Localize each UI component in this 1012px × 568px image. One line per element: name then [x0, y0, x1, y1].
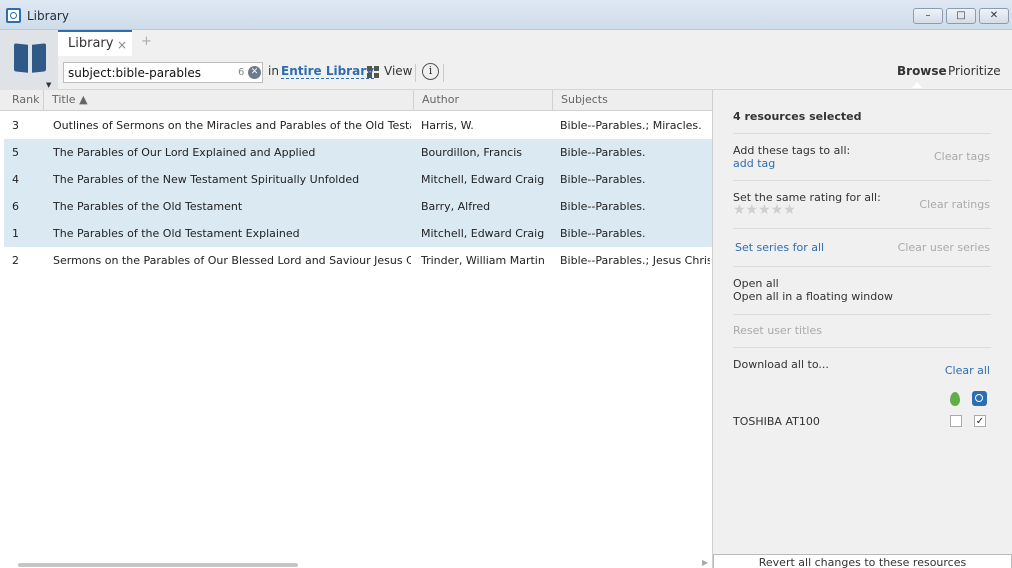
clear-all-link[interactable]: Clear all: [945, 364, 990, 377]
cell-author: Harris, W.: [421, 119, 474, 132]
cell-title: The Parables of the New Testament Spirit…: [53, 173, 360, 186]
tab-browse[interactable]: Browse: [897, 64, 947, 78]
clear-tags-button[interactable]: Clear tags: [934, 150, 990, 163]
column-subjects[interactable]: Subjects: [553, 90, 712, 111]
window-title: Library: [27, 9, 69, 23]
set-series-link[interactable]: Set series for all: [735, 241, 824, 254]
cell-rank: 2: [12, 254, 19, 267]
cell-subjects: Bible--Parables.; Jesus Christ-...: [560, 254, 710, 267]
app-icon: [6, 8, 21, 23]
device-name: TOSHIBA AT100: [733, 415, 820, 428]
column-author[interactable]: Author: [414, 90, 553, 111]
minimize-button[interactable]: –: [913, 8, 943, 24]
divider: [733, 314, 991, 315]
open-all-link[interactable]: Open all: [733, 277, 779, 290]
cell-subjects: Bible--Parables.: [560, 173, 646, 186]
selected-count: 4 resources selected: [733, 110, 862, 123]
table-row[interactable]: 5 The Parables of Our Lord Explained and …: [4, 139, 712, 166]
cell-author: Mitchell, Edward Craig: [421, 173, 545, 186]
tab-library[interactable]: Library ×: [58, 30, 132, 56]
download-label: Download all to...: [733, 358, 829, 371]
active-caret-icon: [912, 82, 922, 88]
cell-title: The Parables of the Old Testament: [53, 200, 243, 213]
cell-title: Sermons on the Parables of Our Blessed L…: [53, 254, 411, 267]
dropdown-arrow-icon: ▼: [46, 81, 52, 89]
search-input[interactable]: subject:bible-parables 6 ✕: [63, 62, 263, 83]
resource-table: Rank Title ▲ Author Subjects 3 Outlines o…: [0, 90, 712, 568]
device-checkbox-logos[interactable]: ✓: [974, 415, 986, 427]
table-row[interactable]: 3 Outlines of Sermons on the Miracles and…: [4, 112, 712, 139]
cell-rank: 3: [12, 119, 19, 132]
cell-author: Barry, Alfred: [421, 200, 491, 213]
header: ▼ Library × + subject:bible-parables 6 ✕…: [0, 30, 1012, 90]
logos-app-icon: [972, 391, 987, 406]
cell-title: Outlines of Sermons on the Miracles and …: [53, 119, 411, 132]
cell-subjects: Bible--Parables.: [560, 200, 646, 213]
table-row[interactable]: 4 The Parables of the New Testament Spiri…: [4, 166, 712, 193]
cell-subjects: Bible--Parables.: [560, 146, 646, 159]
device-checkbox-leaf[interactable]: [950, 415, 962, 427]
divider: [733, 347, 991, 348]
cell-subjects: Bible--Parables.: [560, 227, 646, 240]
info-icon[interactable]: i: [422, 63, 439, 80]
cell-subjects: Bible--Parables.; Miracles.: [560, 119, 702, 132]
scope-prefix: in: [268, 64, 279, 78]
book-icon: [14, 44, 46, 74]
rating-stars[interactable]: ★★★★★: [733, 202, 796, 218]
horizontal-scrollbar[interactable]: [18, 563, 298, 567]
close-window-button[interactable]: ✕: [979, 8, 1009, 24]
divider: [415, 64, 416, 82]
cell-author: Mitchell, Edward Craig: [421, 227, 545, 240]
selection-panel: 4 resources selected Add these tags to a…: [713, 90, 1012, 568]
clear-ratings-button[interactable]: Clear ratings: [919, 198, 990, 211]
divider: [733, 228, 991, 229]
add-tag-link[interactable]: add tag: [733, 157, 775, 170]
title-bar: Library – □ ✕: [0, 0, 1012, 30]
clear-series-button[interactable]: Clear user series: [898, 241, 990, 254]
revert-changes-button[interactable]: Revert all changes to these resources: [713, 554, 1012, 568]
table-header: Rank Title ▲ Author Subjects: [0, 90, 712, 111]
search-query: subject:bible-parables: [68, 66, 201, 80]
scope-dropdown[interactable]: Entire Library: [281, 64, 374, 79]
cell-rank: 6: [12, 200, 19, 213]
cell-title: The Parables of the Old Testament Explai…: [53, 227, 300, 240]
divider: [443, 64, 444, 82]
close-tab-icon[interactable]: ×: [117, 38, 127, 52]
add-tab-button[interactable]: +: [141, 34, 152, 49]
table-row[interactable]: 1 The Parables of the Old Testament Expla…: [4, 220, 712, 247]
tags-label: Add these tags to all:: [733, 144, 851, 157]
leaf-icon: [950, 392, 960, 406]
column-title[interactable]: Title ▲: [44, 90, 414, 111]
table-row[interactable]: 2 Sermons on the Parables of Our Blessed …: [4, 247, 712, 274]
maximize-button[interactable]: □: [946, 8, 976, 24]
cell-rank: 5: [12, 146, 19, 159]
divider: [733, 266, 991, 267]
result-count: 6: [238, 67, 245, 78]
column-rank[interactable]: Rank: [4, 90, 44, 111]
grid-view-icon[interactable]: [367, 66, 380, 79]
tab-prioritize[interactable]: Prioritize: [948, 64, 1001, 78]
library-menu-button[interactable]: ▼: [0, 30, 58, 90]
tab-label: Library: [68, 36, 114, 51]
open-floating-link[interactable]: Open all in a floating window: [733, 290, 893, 303]
cell-rank: 1: [12, 227, 19, 240]
table-row[interactable]: 6 The Parables of the Old Testament Barry,…: [4, 193, 712, 220]
scroll-right-icon[interactable]: ▶: [702, 558, 708, 567]
cell-rank: 4: [12, 173, 19, 186]
cell-author: Trinder, William Martin: [421, 254, 545, 267]
cell-author: Bourdillon, Francis: [421, 146, 523, 159]
clear-search-icon[interactable]: ✕: [248, 66, 261, 79]
reset-titles-button[interactable]: Reset user titles: [733, 324, 822, 337]
divider: [733, 180, 991, 181]
divider: [733, 133, 991, 134]
view-button[interactable]: View: [384, 64, 412, 78]
cell-title: The Parables of Our Lord Explained and A…: [53, 146, 316, 159]
